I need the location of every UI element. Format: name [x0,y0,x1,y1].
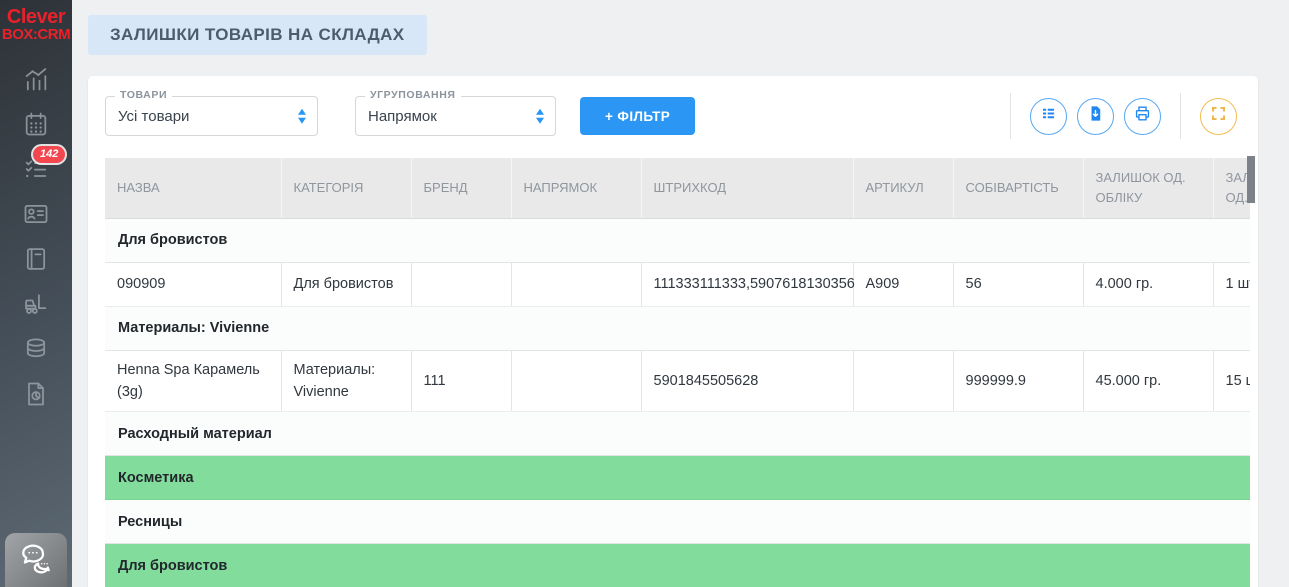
table-cell: 56 [953,262,1084,307]
table-cell: 111333111333,5907618130356 [641,262,855,307]
group-row: Для бровистов [105,218,1250,263]
stats-chart-icon [22,65,50,98]
toolbar-actions [996,93,1242,139]
column-header[interactable]: ШТРИХКОД [641,158,854,219]
group-row-label[interactable]: Для бровистов [105,543,1250,587]
table-cell: Для бровистов [281,262,412,307]
app-logo[interactable]: Clever BOX:CRM [0,0,72,43]
journal-icon [22,245,50,278]
table-cell: A909 [853,262,954,307]
column-header[interactable]: ЗАЛИШОК ОД. ОБЛІКУ [1083,158,1214,219]
table-area: НАЗВА КАТЕГОРІЯ БРЕНД НАПРЯМОК ШТРИХКОД АРТИК… [105,158,1250,587]
table-cell: 5901845505628 [641,350,854,413]
column-header[interactable]: КАТЕГОРІЯ [281,158,412,219]
columns-settings-button[interactable] [1030,97,1067,135]
sidebar-item-reports[interactable] [0,374,72,419]
chat-bubbles-icon [18,540,54,581]
table-cell: Материалы: Vivienne [281,350,412,413]
sidebar-item-finance[interactable] [0,329,72,374]
group-row-label[interactable]: Материалы: Vivienne [105,306,1250,351]
table-columns-icon [1039,104,1058,128]
group-row-label[interactable]: Расходный материал [105,411,1250,457]
table-cell [511,262,642,307]
table-cell: 090909 [105,262,282,307]
vertical-scrollbar[interactable] [1247,156,1255,203]
grouping-filter-select[interactable]: УГРУПОВАННЯ Напрямок [355,89,556,136]
sidebar-item-journal[interactable] [0,239,72,284]
chevron-updown-icon [536,108,544,124]
grouping-filter-value: Напрямок [368,107,437,125]
column-header[interactable]: СОБІВАРТІСТЬ [953,158,1084,219]
table-row: 090909 Для бровистов 111333111333,59076181… [105,262,1250,307]
fullscreen-icon [1209,104,1228,128]
forklift-icon [22,290,50,323]
table-header-row: НАЗВА КАТЕГОРІЯ БРЕНД НАПРЯМОК ШТРИХКОД АРТИК… [105,158,1250,219]
products-filter-value: Усі товари [118,107,190,125]
export-button[interactable] [1077,97,1114,135]
sidebar-item-clients[interactable] [0,194,72,239]
chat-button[interactable] [5,533,67,587]
grouping-filter-label: УГРУПОВАННЯ [365,89,461,101]
divider [1010,93,1011,139]
group-row: Ресницы [105,499,1250,545]
column-header[interactable]: ЗАЛИШОК ОД. [1213,158,1250,219]
products-filter-select[interactable]: ТОВАРИ Усі товари [105,89,318,136]
column-header[interactable]: БРЕНД [411,158,512,219]
sidebar-item-warehouse[interactable] [0,284,72,329]
print-button[interactable] [1124,97,1161,135]
group-row: Расходный материал [105,411,1250,457]
coins-icon [22,335,50,368]
table-row: Henna Spa Карамель (3g) Материалы: Vivien… [105,350,1250,413]
sidebar-nav [0,59,72,419]
sidebar-item-statistics[interactable] [0,59,72,104]
stock-table: НАЗВА КАТЕГОРІЯ БРЕНД НАПРЯМОК ШТРИХКОД АРТИК… [105,158,1250,587]
group-row: Косметика [105,455,1250,501]
logo-line2: BOX:CRM [1,26,71,44]
table-cell [511,350,642,413]
group-row-label[interactable]: Косметика [105,455,1250,501]
column-header[interactable]: НАЗВА [105,158,282,219]
column-header[interactable]: НАПРЯМОК [511,158,642,219]
group-row-label[interactable]: Ресницы [105,499,1250,545]
divider [1180,93,1181,139]
chevron-updown-icon [298,108,306,124]
add-filter-button[interactable]: + ФІЛЬТР [580,97,696,135]
column-header[interactable]: АРТИКУЛ [853,158,954,219]
toolbar: ТОВАРИ Усі товари УГРУПОВАННЯ Напрямок +… [88,76,1258,152]
report-document-icon [22,380,50,413]
table-cell [853,350,954,413]
fullscreen-button[interactable] [1200,97,1237,135]
page-title: ЗАЛИШКИ ТОВАРІВ НА СКЛАДАХ [88,15,427,55]
sidebar-item-calendar[interactable] [0,104,72,149]
sidebar: Clever BOX:CRM 142 [0,0,72,587]
content-card: ТОВАРИ Усі товари УГРУПОВАННЯ Напрямок +… [88,76,1258,587]
group-row-label[interactable]: Для бровистов [105,218,1250,263]
table-cell: 999999.9 [953,350,1084,413]
products-filter-label: ТОВАРИ [115,89,173,101]
main-content: ЗАЛИШКИ ТОВАРІВ НА СКЛАДАХ ТОВАРИ Усі то… [72,0,1289,587]
table-cell: 1 шт [1213,262,1250,307]
export-file-icon [1086,104,1105,128]
table-cell: 111 [411,350,512,413]
contact-card-icon [22,200,50,233]
logo-line1: Clever [6,6,66,28]
table-cell: Henna Spa Карамель (3g) [105,350,282,413]
group-row: Для бровистов [105,543,1250,587]
table-cell [411,262,512,307]
calendar-icon [22,110,50,143]
tasks-count-badge: 142 [33,146,66,163]
table-cell: 4.000 гр. [1083,262,1214,307]
print-icon [1133,104,1152,128]
table-cell: 15 шт [1213,350,1250,413]
group-row: Материалы: Vivienne [105,306,1250,351]
table-cell: 45.000 гр. [1083,350,1214,413]
